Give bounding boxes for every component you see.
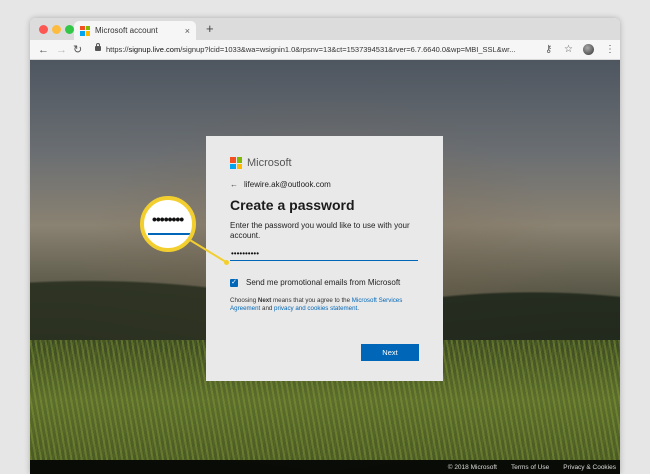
privacy-link[interactable]: Privacy & Cookies bbox=[563, 464, 616, 471]
signup-card: Microsoft ← lifewire.ak@outlook.com Crea… bbox=[206, 136, 443, 381]
url-path: /signup?lcid=1033&wa=wsignin1.0&rpsnv=13… bbox=[180, 45, 516, 54]
microsoft-wordmark: Microsoft bbox=[247, 157, 292, 169]
page-title: Create a password bbox=[230, 197, 355, 213]
maximize-window-button[interactable] bbox=[65, 25, 74, 34]
browser-window: Microsoft account × + ← → ↻ https://sign… bbox=[30, 18, 620, 474]
url-host: signup.live.com bbox=[128, 45, 181, 54]
new-tab-button[interactable]: + bbox=[206, 21, 214, 37]
reload-icon[interactable]: ↻ bbox=[73, 43, 82, 57]
magnified-input-underline bbox=[148, 233, 192, 235]
more-menu-icon[interactable]: ⋮ bbox=[605, 43, 615, 57]
back-arrow-icon[interactable]: ← bbox=[38, 43, 49, 57]
legal-mid: means that you agree to the bbox=[271, 297, 352, 304]
profile-avatar-icon[interactable] bbox=[583, 44, 594, 55]
forward-arrow-icon[interactable]: → bbox=[56, 43, 67, 57]
logo-square-green bbox=[236, 157, 242, 163]
logo-square-red bbox=[80, 25, 85, 30]
copyright-text: © 2018 Microsoft bbox=[447, 463, 497, 471]
legal-end: . bbox=[357, 305, 360, 312]
page-footer: © 2018 Microsoft Terms of Use Privacy & … bbox=[30, 460, 620, 474]
logo-square-red bbox=[230, 157, 236, 163]
tab-title: Microsoft account bbox=[95, 26, 158, 35]
key-icon[interactable]: ⚷ bbox=[545, 43, 552, 57]
tab-close-icon[interactable]: × bbox=[185, 26, 190, 36]
identity-email: lifewire.ak@outlook.com bbox=[244, 180, 331, 189]
next-button[interactable]: Next bbox=[361, 344, 419, 361]
star-bookmark-icon[interactable]: ☆ bbox=[564, 43, 573, 57]
lock-icon bbox=[95, 43, 101, 51]
password-input[interactable] bbox=[230, 247, 418, 261]
logo-square-green bbox=[85, 25, 90, 30]
close-window-button[interactable] bbox=[39, 25, 48, 34]
back-arrow-icon[interactable]: ← bbox=[230, 180, 238, 189]
page-background: Microsoft ← lifewire.ak@outlook.com Crea… bbox=[30, 60, 620, 474]
identity-banner: ← lifewire.ak@outlook.com bbox=[230, 180, 419, 189]
legal-and: and bbox=[260, 305, 275, 312]
password-magnifier-callout: •••••••• bbox=[140, 196, 196, 252]
magnified-password-dots: •••••••• bbox=[152, 211, 184, 227]
tab-bar: Microsoft account × + bbox=[30, 18, 620, 40]
promo-email-label[interactable]: Send me promotional emails from Microsof… bbox=[246, 278, 400, 287]
legal-notice: Choosing Next means that you agree to th… bbox=[230, 297, 420, 313]
url-prefix: https:// bbox=[106, 45, 129, 54]
legal-prefix: Choosing bbox=[230, 297, 258, 304]
minimize-window-button[interactable] bbox=[52, 25, 61, 34]
promo-email-option[interactable]: ✓ Send me promotional emails from Micros… bbox=[230, 278, 419, 287]
browser-toolbar: ← → ↻ https://signup.live.com/signup?lci… bbox=[30, 40, 620, 60]
tab-microsoft-account[interactable]: Microsoft account × bbox=[74, 21, 196, 40]
microsoft-logo: Microsoft bbox=[230, 156, 419, 170]
logo-square-blue bbox=[230, 163, 236, 169]
logo-square-yellow bbox=[85, 31, 90, 36]
legal-next-bold: Next bbox=[257, 297, 272, 304]
privacy-statement-link[interactable]: privacy and cookies statement bbox=[274, 305, 357, 312]
logo-square-blue bbox=[80, 31, 85, 36]
microsoft-logo-icon bbox=[230, 157, 242, 169]
promo-email-checkbox[interactable]: ✓ bbox=[230, 278, 238, 287]
password-description: Enter the password you would like to use… bbox=[230, 221, 410, 240]
microsoft-favicon-icon bbox=[80, 25, 90, 36]
address-bar[interactable]: https://signup.live.com/signup?lcid=1033… bbox=[106, 44, 536, 56]
callout-anchor-dot bbox=[224, 260, 229, 265]
logo-square-yellow bbox=[236, 163, 242, 169]
terms-link[interactable]: Terms of Use bbox=[511, 464, 549, 471]
